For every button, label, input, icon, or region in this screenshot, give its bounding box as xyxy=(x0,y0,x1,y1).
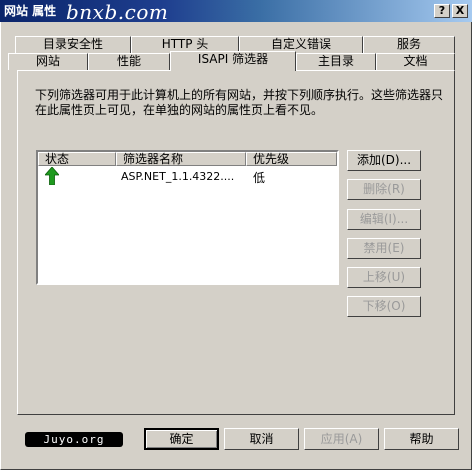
tab-service[interactable]: 服务 xyxy=(363,36,455,53)
window-title: 网站 属性 xyxy=(4,4,57,18)
edit-button[interactable]: 编辑(I)... xyxy=(347,209,421,230)
column-header-status[interactable]: 状态 xyxy=(38,152,116,166)
filter-priority-cell: 低 xyxy=(253,171,266,185)
close-button[interactable]: X xyxy=(452,4,468,18)
tab-home-directory[interactable]: 主目录 xyxy=(296,53,376,70)
help-button[interactable]: 帮助 xyxy=(384,428,459,450)
help-caption-button[interactable]: ? xyxy=(434,4,450,18)
tab-directory-security[interactable]: 目录安全性 xyxy=(15,36,131,53)
move-down-button[interactable]: 下移(O) xyxy=(347,296,421,317)
green-up-arrow-icon xyxy=(44,166,60,186)
add-button[interactable]: 添加(D)... xyxy=(347,150,421,171)
tab-website[interactable]: 网站 xyxy=(8,53,88,70)
description-text: 下列筛选器可用于此计算机上的所有网站，并按下列顺序执行。这些筛选器只在此属性页上… xyxy=(35,88,444,117)
remove-button[interactable]: 删除(R) xyxy=(347,179,421,200)
site-badge: Juyo.org xyxy=(25,432,123,447)
filter-name-cell: ASP.NET_1.1.4322.... xyxy=(121,170,235,183)
ok-button[interactable]: 确定 xyxy=(144,428,219,450)
apply-button[interactable]: 应用(A) xyxy=(304,428,379,450)
column-header-name[interactable]: 筛选器名称 xyxy=(116,152,246,166)
watermark: bnxb.com xyxy=(66,0,169,24)
disable-button[interactable]: 禁用(E) xyxy=(347,238,421,259)
tab-documents[interactable]: 文档 xyxy=(376,53,455,70)
cancel-button[interactable]: 取消 xyxy=(224,428,299,450)
move-up-button[interactable]: 上移(U) xyxy=(347,267,421,288)
column-header-priority[interactable]: 优先级 xyxy=(246,152,337,166)
tab-performance[interactable]: 性能 xyxy=(88,53,170,70)
tab-isapi-filters[interactable]: ISAPI 筛选器 xyxy=(170,51,296,71)
